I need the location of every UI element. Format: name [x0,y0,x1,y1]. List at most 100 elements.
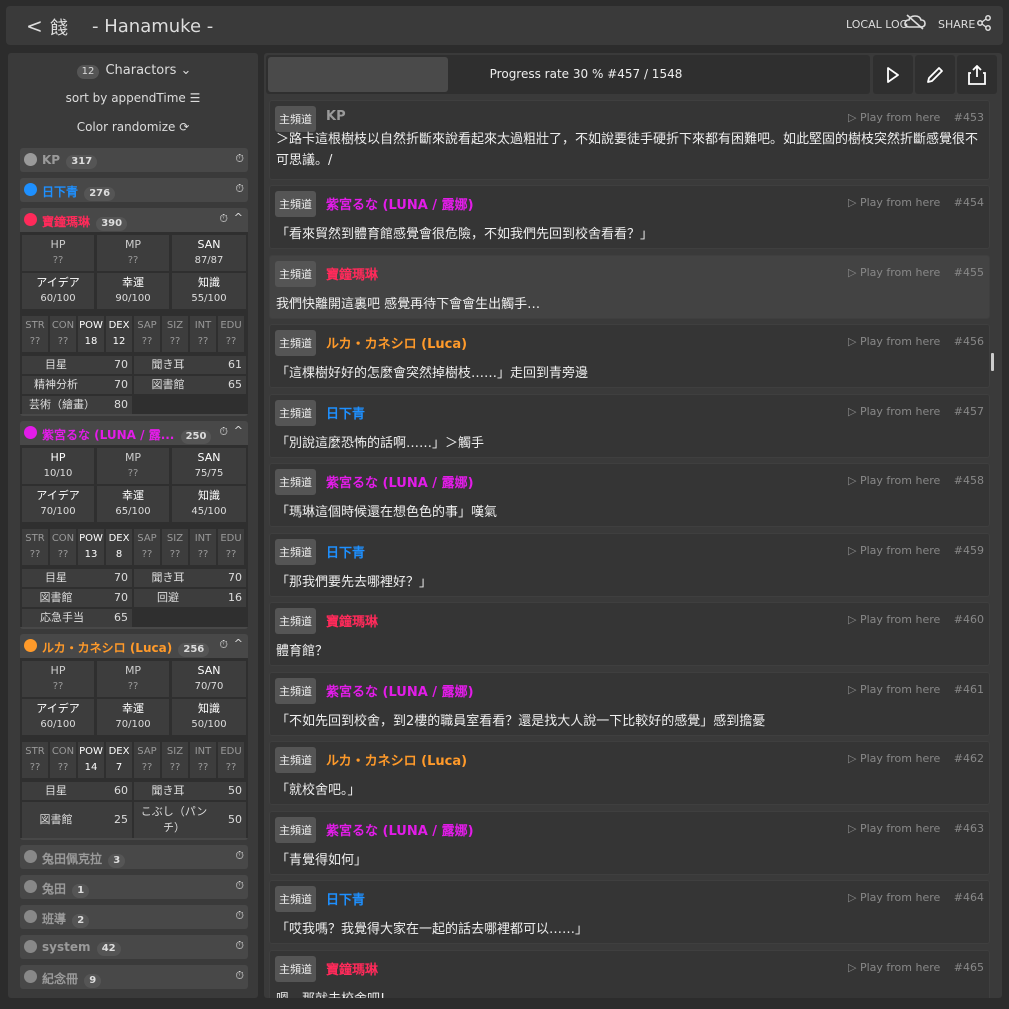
message-text: 體育館？ [276,644,329,659]
timer-icon[interactable]: ⏱ [219,638,228,652]
speaker-name: 寶鐘瑪琳 [326,615,379,630]
log-message: 主頻道 KP ▷ Play from here #453 ＞路卡這根樹枝以自然折斷來說看… [269,100,990,180]
timer-icon[interactable]: ⏱ [235,879,244,893]
channel-badge: 主頻道 [275,817,316,843]
play-icon: ▷ [848,683,860,696]
share-icon[interactable] [976,15,992,31]
color-dot [24,910,37,923]
channel-badge: 主頻道 [275,956,316,982]
character-name: 日下青 276 [42,183,117,201]
play-icon: ▷ [848,474,860,487]
timer-icon[interactable]: ⏱ [235,152,244,166]
character-item[interactable]: 班導 2 ⏱ [20,905,248,929]
color-dot [24,850,37,863]
log-message: 主頻道 寶鐘瑪琳 ▷ Play from here #455 我們快離開這裏吧 感覺再待… [269,255,990,319]
speaker-name: 紫宮るな (LUNA / 露娜) [326,198,474,213]
stat-grid: HP?? MP?? SAN 70/70 アイデア 60/100 幸運 70/100 知… [20,658,248,838]
channel-badge: 主頻道 [275,261,316,287]
message-number: #462 [953,752,984,765]
character-item-expanded[interactable]: ルカ・カネシロ (Luca) 256 ⏱ ^ HP?? MP?? SAN 70/7… [20,634,248,840]
character-item[interactable]: system 42 ⏱ [20,935,248,959]
color-dot [24,426,37,439]
channel-badge: 主頻道 [275,191,316,217]
play-icon: ▷ [848,266,860,279]
log-message: 主頻道 寶鐘瑪琳 ▷ Play from here #460 體育館？ [269,602,990,666]
edit-button[interactable] [915,55,955,94]
speaker-name: KP [326,109,346,124]
timer-icon[interactable]: ⏱ [235,849,244,863]
character-name: KP 317 [42,153,99,169]
character-name: 紀念冊 9 [42,970,103,988]
chevron-down-icon: ⌄ [180,63,192,78]
message-number: #460 [953,613,984,626]
timer-icon[interactable]: ⏱ [235,969,244,983]
timer-icon[interactable]: ⏱ [219,212,228,226]
character-item-expanded[interactable]: 寶鐘瑪琳 390 ⏱ ^ HP?? MP?? SAN 87/87 アイデア 60/1… [20,208,248,416]
message-text: 嗯，那就去校舍吧! [276,989,986,998]
timer-icon[interactable]: ⏱ [219,425,228,439]
speaker-name: ルカ・カネシロ (Luca) [326,754,468,769]
play-from-here-button[interactable]: ▷ Play from here [848,335,940,348]
play-icon: ▷ [848,822,860,835]
speaker-name: 寶鐘瑪琳 [326,963,379,978]
back-icon[interactable]: < [26,14,43,38]
play-from-here-button[interactable]: ▷ Play from here [848,405,940,418]
play-icon: ▷ [848,752,860,765]
log-message: 主頻道 紫宮るな (LUNA / 露娜) ▷ Play from here #454 「… [269,185,990,249]
channel-badge: 主頻道 [275,469,316,495]
color-dot [24,213,37,226]
scrollbar-thumb[interactable] [991,353,994,371]
character-item[interactable]: 兔田 1 ⏱ [20,875,248,899]
play-icon: ▷ [848,335,860,348]
message-text: 「就校舍吧。」 [276,783,361,798]
message-number: #456 [953,335,984,348]
share-button[interactable]: SHARE [938,18,975,31]
speaker-name: 日下青 [326,546,366,561]
channel-badge: 主頻道 [275,400,316,426]
play-from-here-button[interactable]: ▷ Play from here [848,474,940,487]
timer-icon[interactable]: ⏱ [235,939,244,953]
progress-text: Progress rate 30 % #457 / 1548 [489,67,683,81]
character-name: 紫宮るな (LUNA / 露... 250 [42,426,213,444]
cloud-off-icon[interactable] [904,14,926,34]
play-from-here-button[interactable]: ▷ Play from here [848,196,940,209]
speaker-name: 紫宮るな (LUNA / 露娜) [326,824,474,839]
play-from-here-button[interactable]: ▷ Play from here [848,752,940,765]
character-name: 兔田 1 [42,880,91,898]
chevron-up-icon[interactable]: ^ [234,424,243,437]
character-item-expanded[interactable]: 紫宮るな (LUNA / 露... 250 ⏱ ^ HP 10/10 MP?? S… [20,421,248,629]
message-number: #457 [953,405,984,418]
character-item[interactable]: 日下青 276 ⏱ [20,178,248,202]
character-item[interactable]: 紀念冊 9 ⏱ [20,965,248,989]
export-button[interactable] [957,55,997,94]
timer-icon[interactable]: ⏱ [235,909,244,923]
character-item[interactable]: 兔田佩克拉 3 ⏱ [20,845,248,869]
character-item[interactable]: KP 317 ⏱ [20,148,248,172]
color-randomize-button[interactable]: Color randomize ⟳ [8,120,258,134]
stat-grid: HP 10/10 MP?? SAN 75/75 アイデア 70/100 幸運 65/10… [20,445,248,627]
play-from-here-button[interactable]: ▷ Play from here [848,822,940,835]
play-from-here-button[interactable]: ▷ Play from here [848,891,940,904]
color-dot [24,970,37,983]
message-number: #463 [953,822,984,835]
progress-bar[interactable]: Progress rate 30 % #457 / 1548 [266,55,870,94]
play-from-here-button[interactable]: ▷ Play from here [848,961,940,974]
chevron-up-icon[interactable]: ^ [234,637,243,650]
color-dot [24,880,37,893]
play-button[interactable] [873,55,913,94]
sort-button[interactable]: sort by appendTime ☰ [8,91,258,105]
local-log-button[interactable]: LOCAL LOG [846,18,908,31]
log-message: 主頻道寶鐘瑪琳 ▷ Play from here #465 嗯，那就去校舍吧! [269,950,990,998]
channel-badge: 主頻道 [275,678,316,704]
characters-dropdown[interactable]: 12 Charactors ⌄ [8,63,258,79]
chevron-up-icon[interactable]: ^ [234,211,243,224]
speaker-name: 紫宮るな (LUNA / 露娜) [326,685,474,700]
timer-icon[interactable]: ⏱ [235,182,244,196]
play-from-here-button[interactable]: ▷ Play from here [848,111,940,124]
play-from-here-button[interactable]: ▷ Play from here [848,266,940,279]
play-icon: ▷ [848,111,860,124]
play-from-here-button[interactable]: ▷ Play from here [848,683,940,696]
play-from-here-button[interactable]: ▷ Play from here [848,544,940,557]
character-count-badge: 12 [76,65,100,79]
play-from-here-button[interactable]: ▷ Play from here [848,613,940,626]
